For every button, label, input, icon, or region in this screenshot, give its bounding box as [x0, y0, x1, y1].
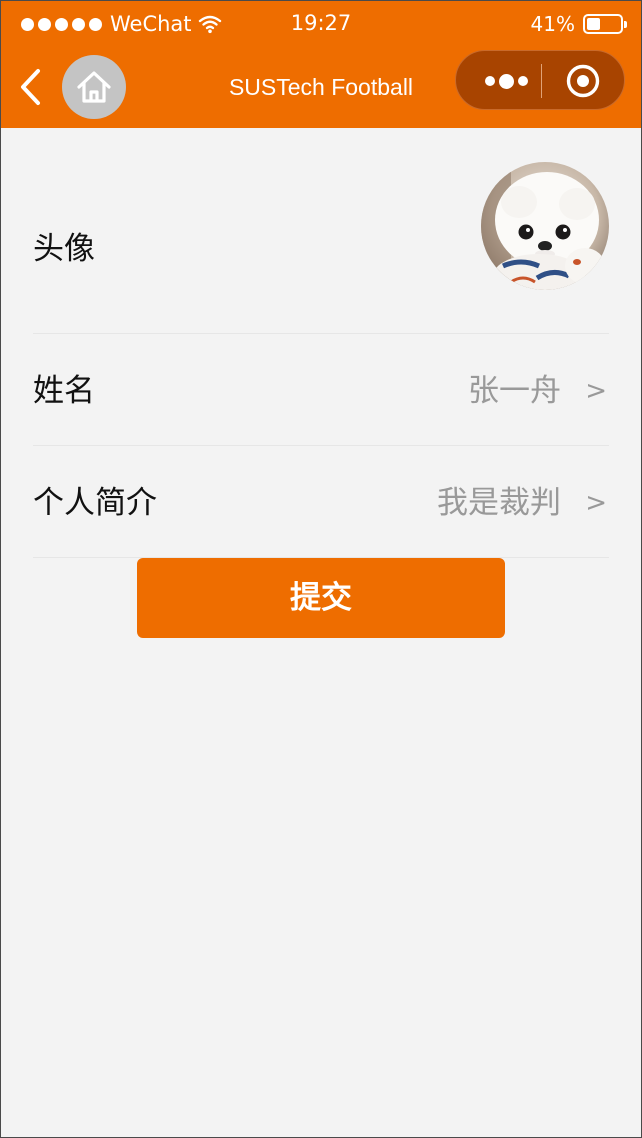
more-dot-icon: [517, 76, 528, 86]
avatar-label: 头像: [33, 231, 95, 267]
back-button[interactable]: [15, 67, 47, 107]
capsule-divider: [541, 64, 542, 98]
battery-tip: [624, 21, 627, 28]
avatar[interactable]: [481, 162, 609, 290]
home-icon: [77, 71, 111, 103]
top-bar: WeChat 19:27 41% SUSTech Football: [1, 1, 641, 128]
status-bar-right: 41%: [530, 10, 627, 38]
battery-icon: [583, 14, 627, 34]
intro-arrow-icon: >: [585, 488, 607, 518]
more-dot-icon: [498, 73, 514, 89]
page-title: SUSTech Football: [228, 74, 414, 100]
mini-program-capsule: [455, 50, 625, 110]
name-row[interactable]: 姓名 张一舟 >: [33, 334, 609, 446]
close-mini-program-button[interactable]: [566, 64, 600, 98]
submit-button[interactable]: 提交: [137, 558, 505, 638]
name-value: 张一舟: [468, 373, 561, 409]
avatar-row: 头像: [33, 129, 609, 334]
home-button[interactable]: [62, 55, 126, 119]
name-arrow-icon: >: [585, 376, 607, 406]
more-dot-icon: [484, 76, 495, 86]
target-circle-icon: [566, 64, 600, 98]
name-label: 姓名: [33, 373, 95, 409]
more-button[interactable]: [472, 66, 540, 96]
app-window: WeChat 19:27 41% SUSTech Football 头像 姓名 …: [0, 0, 642, 1138]
intro-value: 我是裁判: [437, 485, 561, 521]
intro-row[interactable]: 个人简介 我是裁判 >: [33, 446, 609, 558]
battery-percent: 41%: [530, 12, 575, 36]
dog-avatar-image: [481, 162, 609, 290]
chevron-left-icon: [21, 69, 40, 105]
intro-label: 个人简介: [33, 485, 157, 521]
battery-level: [587, 18, 600, 30]
